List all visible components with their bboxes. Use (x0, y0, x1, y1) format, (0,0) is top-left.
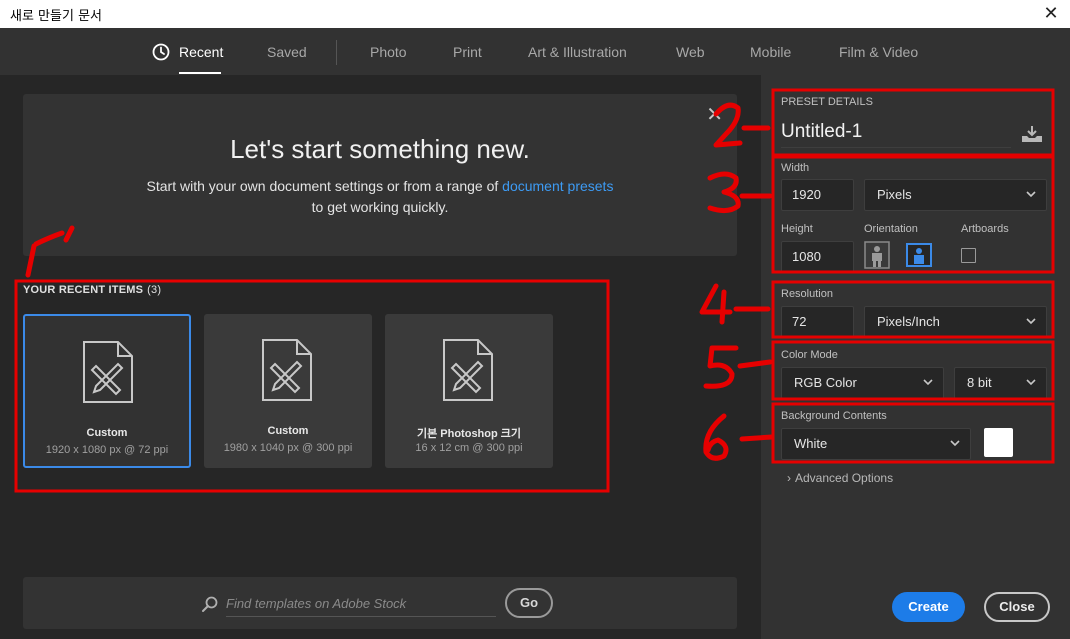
tab-recent[interactable]: Recent (179, 44, 223, 60)
banner-text-end: to get working quickly. (311, 199, 449, 215)
recent-item-size: 16 x 12 cm @ 300 ppi (415, 442, 523, 454)
resolution-label: Resolution (781, 288, 833, 300)
banner-text: Start with your own document settings or… (23, 176, 737, 218)
tab-art-illustration[interactable]: Art & Illustration (528, 44, 627, 60)
portrait-orientation-icon[interactable] (864, 241, 890, 269)
resolution-unit-value: Pixels/Inch (877, 314, 940, 329)
chevron-down-icon (1026, 379, 1036, 386)
preset-name-field[interactable]: Untitled-1 (781, 121, 1011, 148)
search-icon (202, 596, 218, 612)
document-presets-link[interactable]: document presets (502, 178, 613, 194)
chevron-right-icon: › (787, 471, 791, 485)
color-mode-label: Color Mode (781, 349, 838, 361)
tab-photo[interactable]: Photo (370, 44, 407, 60)
banner-title: Let's start something new. (230, 134, 530, 164)
left-content: ✕ Let's start something new. Start with … (0, 75, 761, 639)
recent-items-heading: YOUR RECENT ITEMS (3) (23, 284, 161, 296)
active-tab-underline (179, 72, 221, 74)
height-input[interactable]: 1080 (781, 241, 854, 273)
advanced-options-toggle[interactable]: › Advanced Options (787, 471, 893, 485)
category-tabbar: Recent Saved Photo Print Art & Illustrat… (0, 28, 1070, 75)
width-input[interactable]: 1920 (781, 179, 854, 211)
preset-details-label: PRESET DETAILS (781, 96, 873, 108)
preset-details-panel: PRESET DETAILS Untitled-1 Width 1920 Pix… (761, 75, 1070, 639)
chevron-down-icon (923, 379, 933, 386)
width-label: Width (781, 162, 810, 174)
clock-icon (152, 43, 170, 61)
search-go-button[interactable]: Go (505, 588, 553, 618)
width-unit-select[interactable]: Pixels (864, 179, 1047, 211)
artboards-checkbox[interactable] (961, 248, 976, 263)
document-pencil-ruler-icon (262, 339, 312, 401)
recent-item-card[interactable]: Custom 1980 x 1040 px @ 300 ppi (204, 314, 372, 468)
recent-item-name: Custom (267, 425, 309, 437)
tab-mobile[interactable]: Mobile (750, 44, 791, 60)
create-button[interactable]: Create (892, 592, 965, 622)
tab-saved[interactable]: Saved (267, 44, 307, 60)
tab-web[interactable]: Web (676, 44, 705, 60)
tab-print[interactable]: Print (453, 44, 482, 60)
banner-text-start: Start with your own document settings or… (146, 178, 503, 194)
recent-item-name: Custom (86, 427, 128, 439)
recent-items-label: YOUR RECENT ITEMS (23, 284, 144, 296)
welcome-banner: ✕ Let's start something new. Start with … (23, 94, 737, 256)
recent-item-card[interactable]: 기본 Photoshop 크기 16 x 12 cm @ 300 ppi (385, 314, 553, 468)
bit-depth-value: 8 bit (967, 375, 992, 390)
chevron-down-icon (950, 440, 960, 447)
landscape-orientation-icon[interactable] (906, 241, 932, 269)
close-button[interactable]: Close (984, 592, 1050, 622)
color-mode-select[interactable]: RGB Color (781, 367, 944, 399)
orientation-label: Orientation (864, 223, 918, 235)
window-titlebar: 새로 만들기 문서 ✕ (0, 0, 1070, 28)
tab-divider (336, 40, 337, 65)
advanced-options-label: Advanced Options (795, 471, 894, 485)
chevron-down-icon (1026, 318, 1036, 325)
stock-search-input[interactable] (226, 591, 496, 617)
recent-item-name: 기본 Photoshop 크기 (416, 428, 522, 440)
bit-depth-select[interactable]: 8 bit (954, 367, 1047, 399)
artboards-label: Artboards (961, 223, 1009, 235)
recent-item-card[interactable]: Custom 1920 x 1080 px @ 72 ppi (23, 314, 191, 468)
window-title: 새로 만들기 문서 (10, 9, 102, 24)
background-contents-select[interactable]: White (781, 428, 971, 460)
banner-close-button[interactable]: ✕ (706, 102, 723, 127)
width-unit-value: Pixels (877, 187, 912, 202)
chevron-down-icon (1026, 191, 1036, 198)
height-label: Height (781, 223, 813, 235)
background-color-swatch[interactable] (984, 428, 1013, 457)
resolution-unit-select[interactable]: Pixels/Inch (864, 306, 1047, 338)
tab-film-video[interactable]: Film & Video (839, 44, 918, 60)
background-contents-label: Background Contents (781, 410, 887, 422)
recent-items-count: (3) (147, 284, 162, 296)
background-contents-value: White (794, 436, 828, 451)
resolution-input[interactable]: 72 (781, 306, 854, 338)
color-mode-value: RGB Color (794, 375, 857, 390)
save-preset-icon[interactable] (1021, 125, 1043, 143)
recent-item-size: 1920 x 1080 px @ 72 ppi (45, 444, 169, 456)
document-pencil-ruler-icon (83, 341, 133, 403)
window-close-button[interactable]: ✕ (1040, 2, 1062, 24)
document-pencil-ruler-icon (443, 339, 493, 401)
recent-item-size: 1980 x 1040 px @ 300 ppi (223, 442, 353, 454)
stock-search-bar: Go (23, 577, 737, 629)
